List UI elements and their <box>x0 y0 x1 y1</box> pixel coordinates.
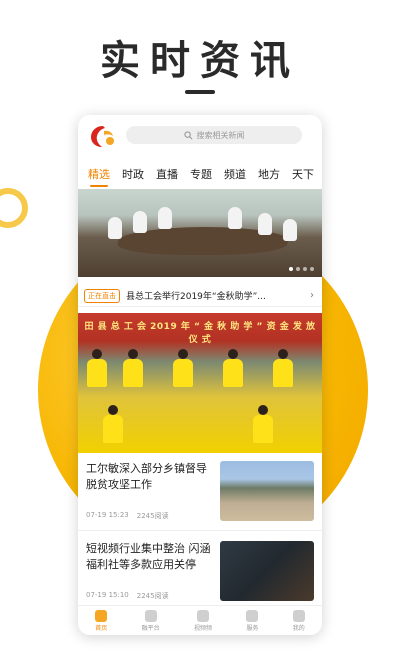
app-logo-icon[interactable] <box>88 123 118 149</box>
nav-label: 我的 <box>292 624 305 632</box>
bottom-navigation: 首页 融平台 视频频 服务 我的 <box>78 605 322 635</box>
figure-shirt <box>103 415 123 443</box>
figure-head <box>178 349 188 359</box>
news-reads: 2245阅读 <box>136 592 169 600</box>
figure-shirt <box>87 359 107 387</box>
figure-shirt <box>223 359 243 387</box>
tab-world[interactable]: 天下 <box>292 166 314 182</box>
figure-shirt <box>253 415 273 443</box>
nav-service[interactable]: 服务 <box>246 609 259 632</box>
hero-figure <box>158 207 172 229</box>
news-item[interactable]: 工尔敏深入部分乡镇督导脱贫攻坚工作 07-19 15:23 2245阅读 <box>78 453 322 531</box>
nav-platform[interactable]: 融平台 <box>141 609 160 632</box>
home-icon <box>95 609 108 622</box>
news-time: 07-19 15:23 <box>86 511 129 519</box>
ticker-headline[interactable]: 县总工会举行2019年“金秋助学”... <box>126 289 306 302</box>
figure-head <box>128 349 138 359</box>
tab-local[interactable]: 地方 <box>258 166 280 182</box>
nav-video[interactable]: 视频频 <box>193 609 212 632</box>
search-icon <box>183 130 192 139</box>
tab-live[interactable]: 直播 <box>156 166 178 182</box>
chevron-right-icon[interactable]: › <box>310 290 314 301</box>
top-bar: 搜索相关新闻 <box>78 115 322 155</box>
figure-head <box>278 349 288 359</box>
nav-label: 视频频 <box>193 624 212 632</box>
tab-topics[interactable]: 专题 <box>190 166 212 182</box>
news-time: 07-19 15:10 <box>86 591 129 599</box>
figure-shirt <box>273 359 293 387</box>
user-icon <box>292 609 305 622</box>
news-reads: 2245阅读 <box>136 512 169 520</box>
chat-icon <box>144 609 157 622</box>
live-ticker[interactable]: 正在直击 县总工会举行2019年“金秋助学”... › <box>78 285 322 307</box>
promo-divider <box>185 90 215 94</box>
carousel-indicator <box>289 267 314 271</box>
hero-figure <box>283 219 297 241</box>
video-icon <box>196 609 209 622</box>
phone-screen: 搜索相关新闻 精选 时政 直播 专题 频道 地方 天下 正在直击 县总工会举行2… <box>78 115 322 635</box>
hero-figure <box>133 211 147 233</box>
figure-head <box>108 405 118 415</box>
news-thumbnail[interactable] <box>220 541 314 601</box>
figure-shirt <box>173 359 193 387</box>
figure-head <box>228 349 238 359</box>
figure-head <box>92 349 102 359</box>
carousel-dot[interactable] <box>289 267 293 271</box>
nav-profile[interactable]: 我的 <box>292 609 305 632</box>
search-placeholder: 搜索相关新闻 <box>196 130 245 140</box>
tab-politics[interactable]: 时政 <box>122 166 144 182</box>
tab-channels[interactable]: 频道 <box>224 166 246 182</box>
decorative-ring <box>0 188 28 228</box>
feature-image[interactable]: 田 县 总 工 会 2019 年 “ 金 秋 助 学 ” 资 金 发 放 仪 式 <box>78 313 322 453</box>
hero-figure <box>258 213 272 235</box>
news-title[interactable]: 工尔敏深入部分乡镇督导脱贫攻坚工作 <box>86 461 211 493</box>
search-input[interactable]: 搜索相关新闻 <box>126 126 302 144</box>
nav-label: 服务 <box>246 624 259 632</box>
news-thumbnail[interactable] <box>220 461 314 521</box>
channel-tabs: 精选 时政 直播 专题 频道 地方 天下 <box>78 161 322 187</box>
service-icon <box>246 609 259 622</box>
news-meta: 07-19 15:10 2245阅读 <box>86 591 169 601</box>
figure-head <box>258 405 268 415</box>
news-item[interactable]: 短视频行业集中整治 闪涵福利社等多款应用关停 07-19 15:10 2245阅… <box>78 533 322 611</box>
live-badge: 正在直击 <box>84 288 120 303</box>
carousel-dot[interactable] <box>303 267 307 271</box>
carousel-dot[interactable] <box>296 267 300 271</box>
feature-banner-text: 田 县 总 工 会 2019 年 “ 金 秋 助 学 ” 资 金 发 放 仪 式 <box>84 322 316 345</box>
promo-title: 实时资讯 <box>100 37 300 84</box>
carousel-dot[interactable] <box>310 267 314 271</box>
news-meta: 07-19 15:23 2245阅读 <box>86 511 169 521</box>
nav-label: 首页 <box>95 624 108 632</box>
tab-featured[interactable]: 精选 <box>88 166 110 187</box>
figure-shirt <box>123 359 143 387</box>
hero-figure <box>108 217 122 239</box>
nav-home[interactable]: 首页 <box>95 609 108 632</box>
hero-figure <box>228 207 242 229</box>
hero-carousel[interactable] <box>78 189 322 277</box>
news-title[interactable]: 短视频行业集中整治 闪涵福利社等多款应用关停 <box>86 541 211 573</box>
nav-label: 融平台 <box>141 624 160 632</box>
